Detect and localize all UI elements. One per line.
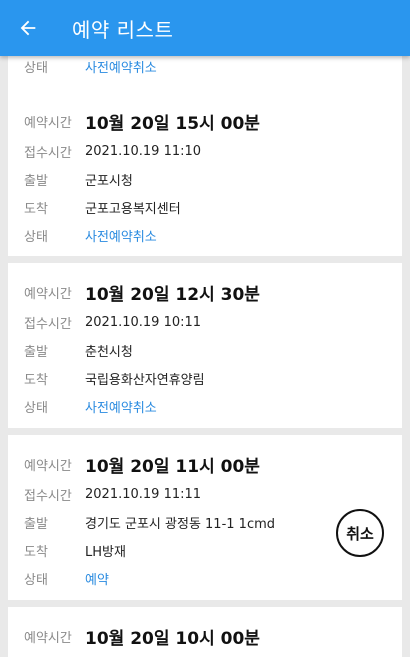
received-time-value: 2021.10.19 11:11: [85, 486, 202, 502]
cancel-reservation-button[interactable]: 취소: [336, 509, 384, 557]
status-value: 예약: [85, 572, 109, 588]
reserve-time-label: 예약시간: [24, 115, 72, 131]
arrival-label: 도착: [24, 201, 48, 217]
reserve-time-row: 예약시간 10월 20일 10시 00분: [24, 621, 260, 651]
received-time-label: 접수시간: [24, 145, 72, 161]
page-title: 예약 리스트: [72, 17, 174, 42]
received-time-label: 접수시간: [24, 316, 72, 332]
status-value: 사전예약취소: [85, 400, 157, 416]
reserve-time-value: 10월 20일 10시 00분: [85, 628, 260, 649]
departure-label: 출발: [24, 516, 48, 532]
received-time-label: 접수시간: [24, 488, 72, 504]
reservation-card: 예약시간 10월 20일 11시 00분 접수시간 2021.10.19 11:…: [8, 435, 402, 600]
departure-value: 춘천시청: [85, 344, 133, 360]
reserve-time-label: 예약시간: [24, 458, 72, 474]
status-row: 상태 예약: [24, 564, 109, 592]
arrival-row: 도착 군포고용복지센터: [24, 193, 181, 221]
reserve-time-value: 10월 20일 12시 30분: [85, 284, 260, 305]
received-time-row: 접수시간 2021.10.19 10:11: [24, 308, 201, 336]
status-row: 상태 사전예약취소: [24, 56, 157, 80]
received-time-value: 2021.10.19 11:10: [85, 143, 202, 159]
status-label: 상태: [24, 400, 48, 416]
departure-row: 출발 경기도 군포시 광정동 11-1 1cmd: [24, 508, 275, 536]
status-value: 사전예약취소: [85, 60, 157, 76]
departure-value: 군포시청: [85, 173, 133, 189]
arrow-left-icon: [20, 20, 36, 36]
arrival-value: LH방재: [85, 544, 126, 560]
status-label: 상태: [24, 572, 48, 588]
departure-row: 출발 춘천시청: [24, 336, 133, 364]
reservation-list[interactable]: 상태 사전예약취소 예약시간 10월 20일 15시 00분 접수시간 2021…: [8, 56, 402, 657]
reservation-card: 예약시간 10월 20일 12시 30분 접수시간 2021.10.19 10:…: [8, 263, 402, 428]
reservation-card: 예약시간 10월 20일 15시 00분 접수시간 2021.10.19 11:…: [8, 92, 402, 256]
received-time-row: 접수시간 2021.10.19 11:10: [24, 137, 201, 165]
status-row: 상태 사전예약취소: [24, 392, 157, 420]
received-time-value: 2021.10.19 10:11: [85, 314, 202, 330]
arrival-label: 도착: [24, 372, 48, 388]
reserve-time-label: 예약시간: [24, 630, 72, 646]
reserve-time-value: 10월 20일 15시 00분: [85, 113, 260, 134]
arrival-row: 도착 국립용화산자연휴양림: [24, 364, 205, 392]
status-label: 상태: [24, 229, 48, 245]
departure-label: 출발: [24, 173, 48, 189]
reservation-card: 예약시간 10월 20일 10시 00분: [8, 607, 402, 657]
reserve-time-label: 예약시간: [24, 286, 72, 302]
received-time-row: 접수시간 2021.10.19 11:11: [24, 480, 201, 508]
departure-value: 경기도 군포시 광정동 11-1 1cmd: [85, 516, 276, 532]
status-row: 상태 사전예약취소: [24, 221, 157, 249]
arrival-row: 도착 LH방재: [24, 536, 126, 564]
arrival-label: 도착: [24, 544, 48, 560]
departure-label: 출발: [24, 344, 48, 360]
reserve-time-row: 예약시간 10월 20일 12시 30분: [24, 277, 260, 307]
back-button[interactable]: [0, 0, 56, 56]
departure-row: 출발 군포시청: [24, 165, 133, 193]
arrival-value: 국립용화산자연휴양림: [85, 372, 205, 388]
reservation-card: 상태 사전예약취소: [8, 56, 402, 92]
status-label: 상태: [24, 60, 48, 76]
reserve-time-row: 예약시간 10월 20일 15시 00분: [24, 106, 260, 136]
reserve-time-row: 예약시간 10월 20일 11시 00분: [24, 449, 260, 479]
status-value: 사전예약취소: [85, 229, 157, 245]
app-bar: 예약 리스트: [0, 0, 410, 56]
reserve-time-value: 10월 20일 11시 00분: [85, 456, 260, 477]
arrival-value: 군포고용복지센터: [85, 201, 181, 217]
